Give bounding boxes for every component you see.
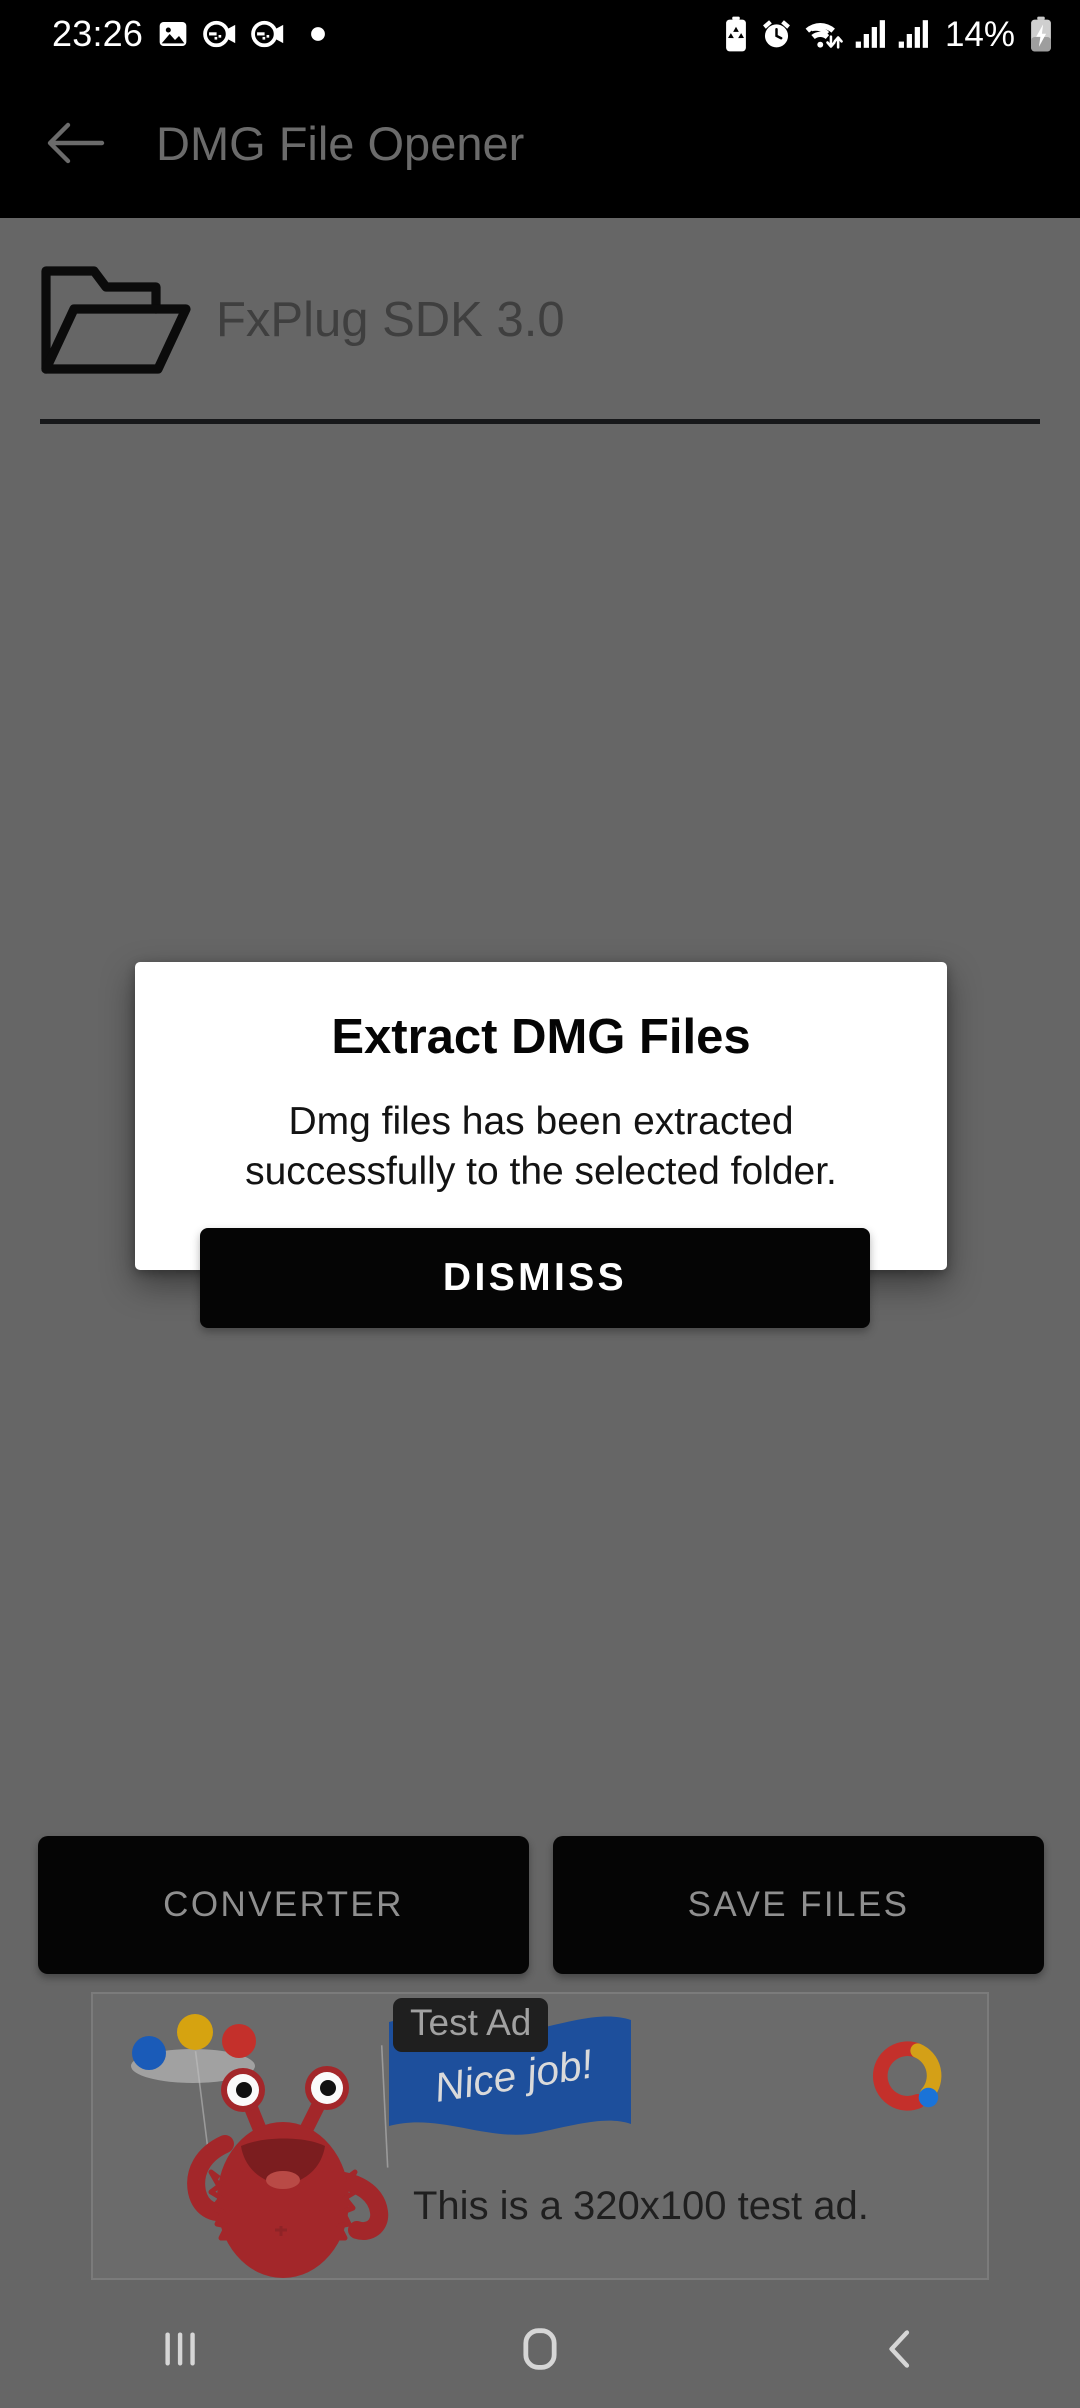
battery-saver-icon [726,16,746,52]
dismiss-button[interactable]: DISMISS [200,1228,870,1328]
image-icon [159,22,187,46]
back-icon [889,2330,910,2368]
test-ad-badge: Test Ad [393,1998,549,2052]
save-files-button[interactable]: SAVE FILES [553,1836,1044,1974]
home-icon [523,2328,557,2370]
app-bar: DMG File Opener [0,68,1080,218]
battery-charging-icon [1031,16,1051,52]
battery-percent-label: 14% [944,14,1015,54]
screen-recorder-icon-2 [251,20,284,48]
open-folder-icon [41,266,191,374]
ad-banner[interactable]: Nice job! Test Ad This is a 320x100 test… [91,1992,989,2280]
ad-monster-character [187,2066,389,2278]
ad-banner-content: Nice job! Test Ad This is a 320x100 test… [93,1994,987,2278]
recents-button[interactable] [0,2290,360,2408]
dot-indicator-icon [311,27,325,41]
recents-icon [165,2332,195,2366]
screen-recorder-icon [203,20,236,48]
phone-screen: 23:26 14% DMG File Opener FxPlug SDK 3.0… [0,0,1080,2408]
dismiss-button-label: DISMISS [442,1256,628,1299]
converter-button[interactable]: CONVERTER [38,1836,529,1974]
extract-dmg-dialog: Extract DMG Files Dmg files has been ext… [135,962,947,1328]
page-title: DMG File Opener [156,116,525,170]
status-bar: 23:26 14% [0,0,1080,68]
folder-name-label: FxPlug SDK 3.0 [216,293,565,347]
test-ad-badge-label: Test Ad [410,2002,532,2043]
status-clock: 23:26 [52,13,144,54]
status-bar-right-group: 14% [723,16,1054,52]
signal-bars-icon [855,20,885,48]
save-files-button-label: SAVE FILES [687,1885,910,1924]
system-navigation-bar [0,2290,1080,2408]
dialog-message: Dmg files has been extracted successfull… [245,1100,837,1193]
wifi-icon [805,22,843,49]
ad-caption-text: This is a 320x100 test ad. [413,2184,869,2228]
bottom-action-bar: CONVERTER SAVE FILES [38,1836,1044,1974]
back-button[interactable] [720,2290,1080,2408]
alarm-clock-icon [762,19,790,47]
back-navigation-button[interactable] [16,83,136,203]
arrow-left-icon [47,122,105,164]
folder-list-item[interactable]: FxPlug SDK 3.0 [40,250,1040,390]
status-bar-left-group: 23:26 [52,16,327,52]
home-button[interactable] [360,2290,720,2408]
dialog-title: Extract DMG Files [331,1010,751,1064]
folder-divider [40,419,1040,424]
converter-button-label: CONVERTER [163,1885,404,1924]
admob-logo-icon [873,2041,942,2111]
signal-bars-icon-2 [898,20,928,48]
